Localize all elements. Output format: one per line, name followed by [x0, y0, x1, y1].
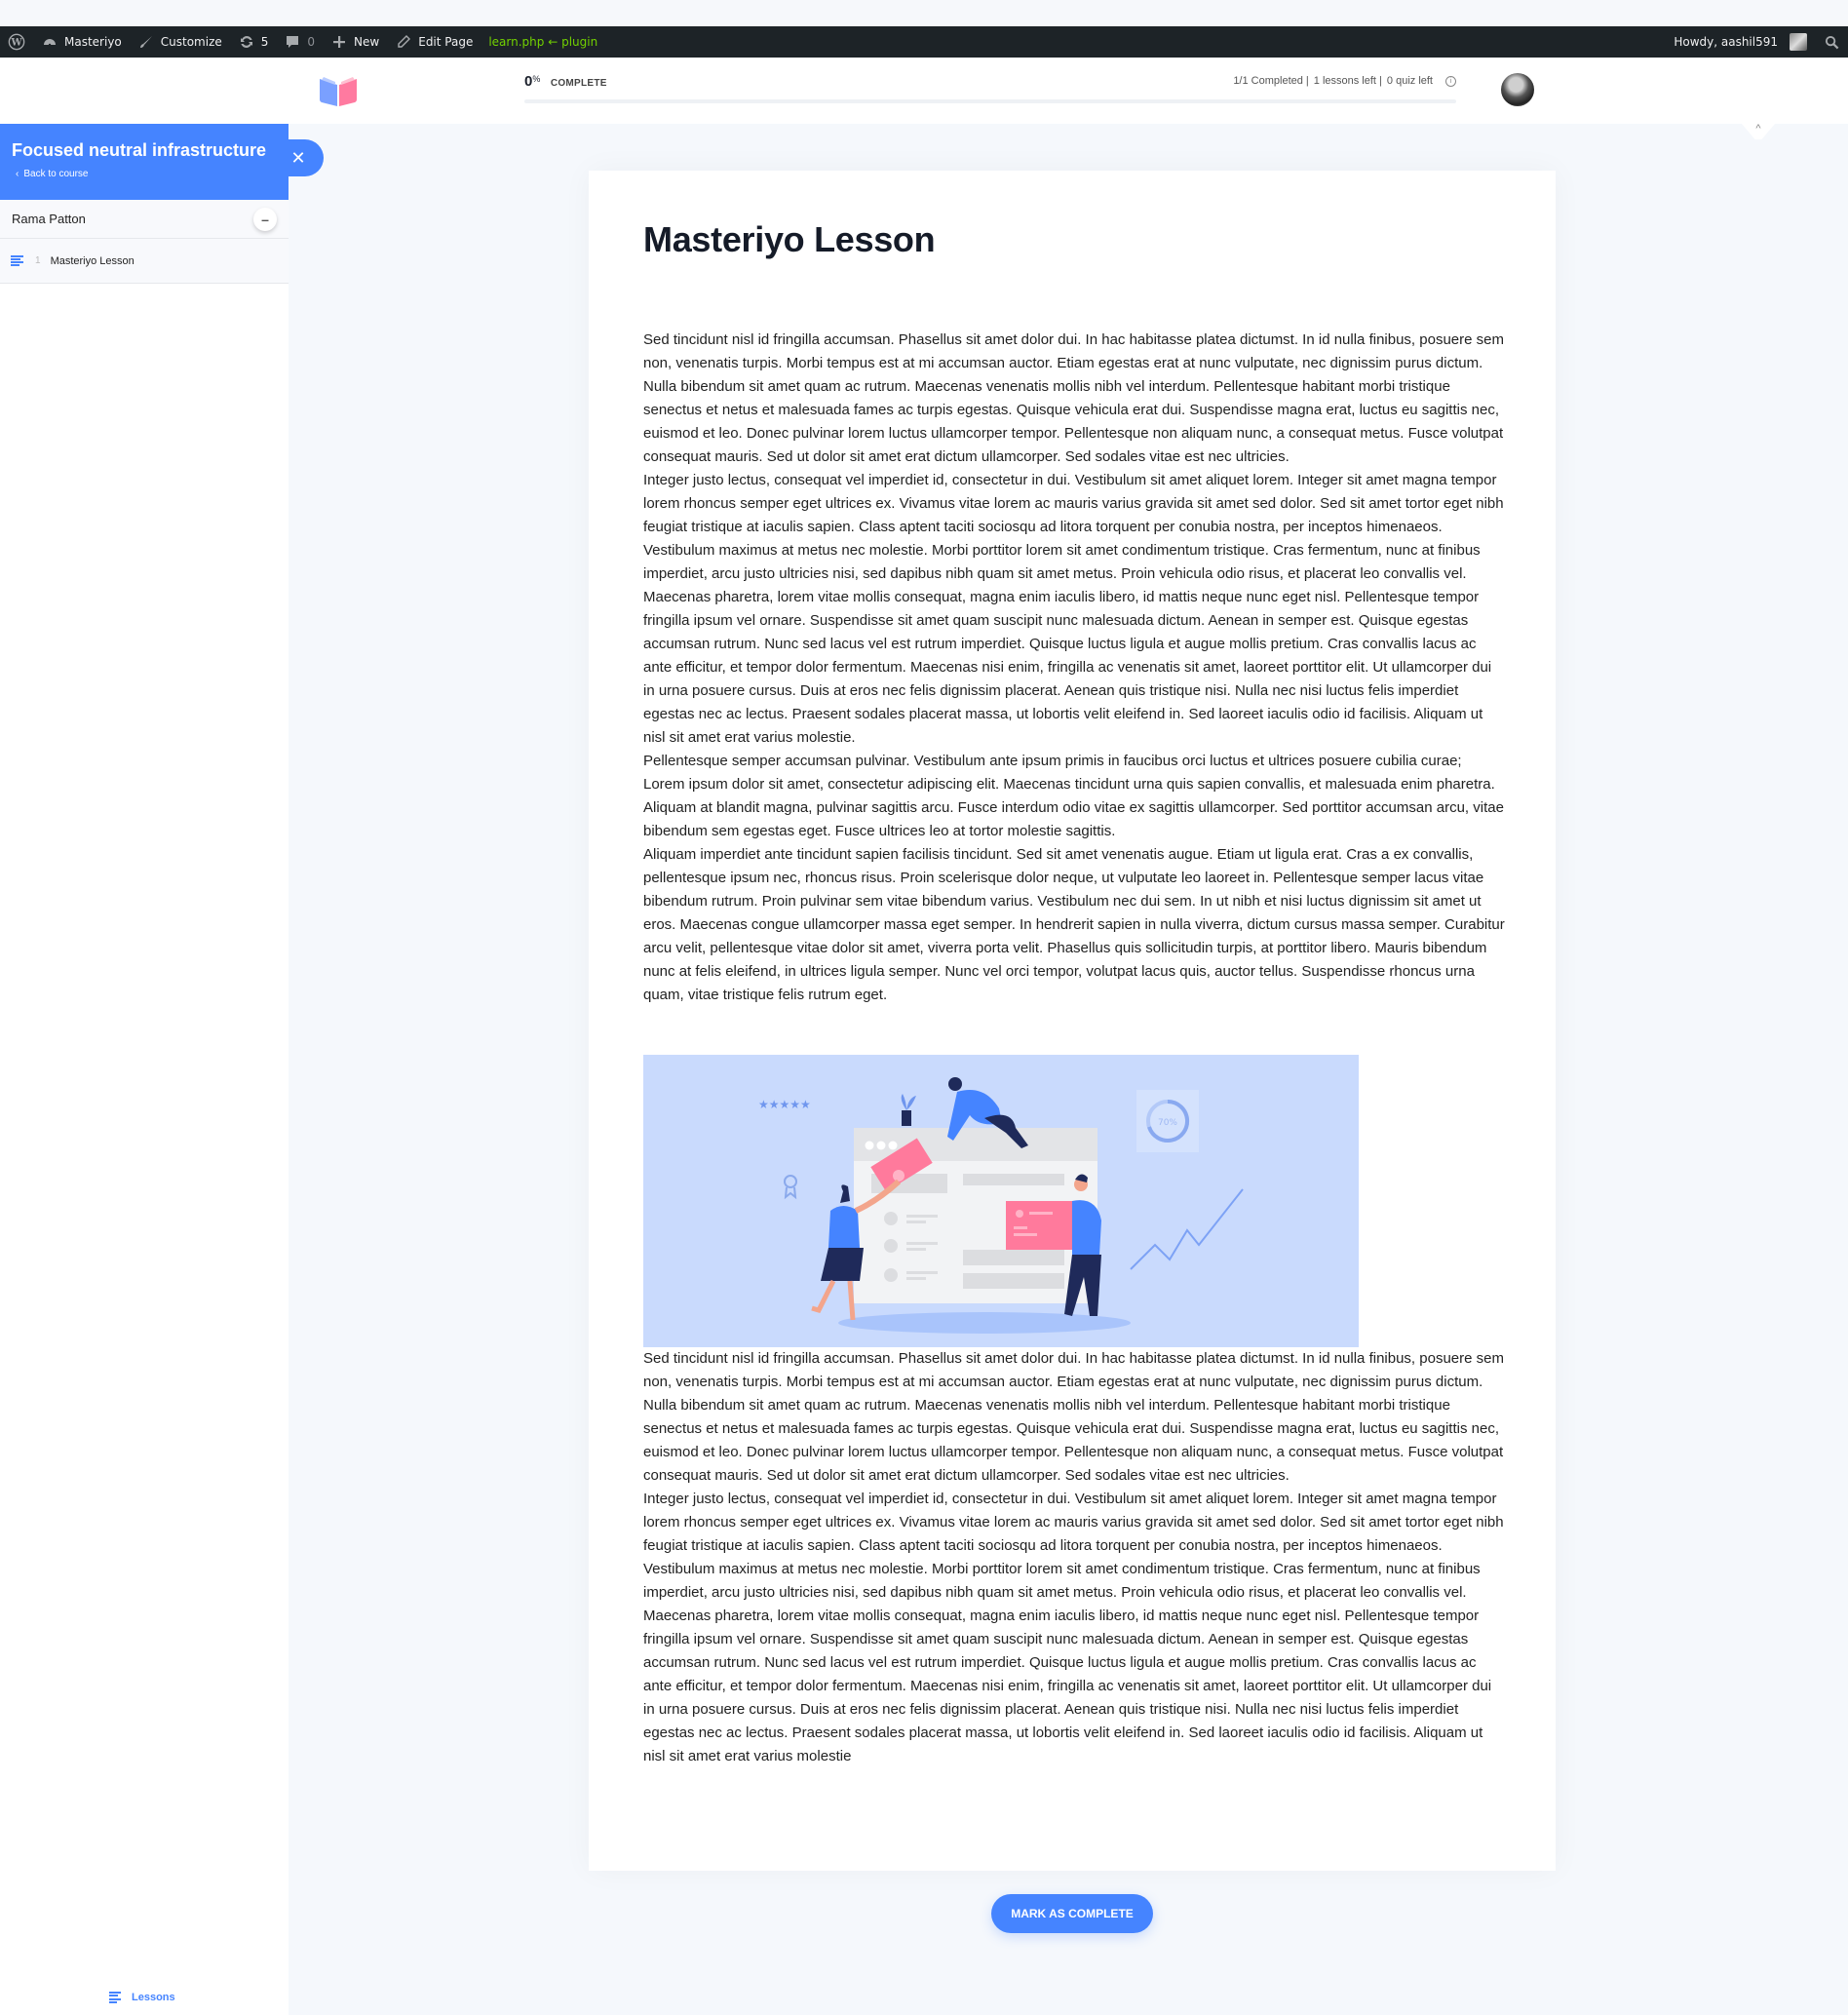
lesson-illustration: ★★★★★ 70%: [643, 1055, 1359, 1347]
close-sidebar-button[interactable]: ✕: [273, 128, 324, 188]
star-rating-icon: ★★★★★: [758, 1098, 811, 1111]
comments-link[interactable]: 0: [276, 26, 323, 58]
collapse-header-button[interactable]: ^: [1742, 124, 1775, 139]
lesson-content-card: Masteriyo Lesson Sed tincidunt nisl id f…: [589, 171, 1556, 1871]
wp-logo-menu[interactable]: W: [0, 26, 33, 58]
lesson-title-heading: Masteriyo Lesson: [643, 219, 936, 259]
progress-summary: 1/1 Completed | 1 lessons left | 0 quiz …: [1233, 75, 1456, 87]
paragraph: Sed tincidunt nisl id fringilla accumsan…: [643, 1350, 1504, 1484]
site-name-menu[interactable]: Masteriyo: [33, 26, 130, 58]
back-to-course-label: Back to course: [23, 169, 89, 179]
edit-page-label: Edit Page: [418, 35, 474, 49]
paragraph: Aliquam imperdiet ante tincidunt sapien …: [643, 846, 1505, 1003]
paragraph: Maecenas pharetra, lorem vitae mollis co…: [643, 589, 1492, 746]
plus-icon: [330, 33, 348, 51]
mark-as-complete-button[interactable]: MARK AS COMPLETE: [991, 1894, 1153, 1933]
paragraph: Integer justo lectus, consequat vel impe…: [643, 1491, 1504, 1601]
admin-avatar: [1790, 33, 1807, 51]
sidebar-lesson-item[interactable]: 1 Masteriyo Lesson: [0, 239, 289, 284]
wp-admin-bar: W Masteriyo Customize 5 0 New Edit Page …: [0, 26, 1848, 58]
comment-icon: [284, 33, 301, 51]
howdy-text: Howdy, aashil591: [1674, 35, 1778, 49]
sidebar-header: Focused neutral infrastructure ‹ Back to…: [0, 124, 289, 200]
progress-percent: 0%: [524, 73, 541, 90]
course-header: 0% COMPLETE 1/1 Completed | 1 lessons le…: [0, 58, 1848, 124]
info-icon[interactable]: i: [1445, 75, 1456, 87]
template-hint: learn.php ← plugin: [488, 35, 598, 49]
lesson-body-part-1: Sed tincidunt nisl id fringilla accumsan…: [643, 329, 1506, 1007]
dashboard-icon: [41, 33, 58, 51]
lesson-text-icon: [11, 254, 23, 267]
pencil-icon: [395, 33, 412, 51]
course-sidebar: Focused neutral infrastructure ‹ Back to…: [0, 124, 324, 2015]
top-strip: [0, 0, 1848, 26]
sidebar-section-header[interactable]: Rama Patton –: [0, 200, 289, 239]
sidebar-tab-lessons[interactable]: Lessons: [109, 1992, 175, 2003]
course-progress: 0% COMPLETE 1/1 Completed | 1 lessons le…: [524, 73, 1456, 103]
pink-card-right: [1006, 1201, 1074, 1250]
completed-count: 1/1 Completed |: [1233, 75, 1309, 87]
svg-text:W: W: [10, 38, 22, 49]
paragraph: Maecenas pharetra, lorem vitae mollis co…: [643, 1608, 1492, 1764]
lessons-left: 1 lessons left |: [1313, 75, 1382, 87]
updates-link[interactable]: 5: [230, 26, 277, 58]
updates-icon: [238, 33, 255, 51]
new-label: New: [354, 35, 380, 49]
my-account-menu[interactable]: Howdy, aashil591: [1666, 26, 1815, 58]
svg-text:70%: 70%: [1158, 1118, 1177, 1128]
back-to-course-link[interactable]: ‹ Back to course: [12, 169, 277, 179]
chevron-up-icon: ^: [1755, 123, 1761, 135]
lesson-body-part-2: Sed tincidunt nisl id fringilla accumsan…: [643, 1347, 1506, 1768]
quiz-left: 0 quiz left: [1386, 75, 1433, 87]
wordpress-logo-icon: W: [8, 33, 25, 51]
edit-page-link[interactable]: Edit Page: [387, 26, 481, 58]
lessons-list-icon: [109, 1992, 122, 2003]
paragraph: Pellentesque semper accumsan pulvinar. V…: [643, 753, 1504, 839]
paragraph: Sed tincidunt nisl id fringilla accumsan…: [643, 331, 1504, 465]
award-ribbon-icon: [784, 1175, 797, 1200]
comments-count: 0: [307, 35, 316, 49]
paintbrush-icon: [137, 33, 155, 51]
search-icon: [1823, 33, 1840, 51]
updates-count: 5: [260, 35, 269, 49]
plant-icon: [901, 1094, 916, 1126]
progress-label: COMPLETE: [550, 78, 607, 89]
minus-icon: –: [261, 211, 269, 227]
site-name: Masteriyo: [64, 35, 122, 49]
paragraph: Integer justo lectus, consequat vel impe…: [643, 472, 1504, 582]
user-avatar[interactable]: [1501, 73, 1534, 106]
section-title: Rama Patton: [12, 212, 86, 226]
progress-bar: [524, 99, 1456, 103]
progress-ring-badge: 70%: [1136, 1090, 1199, 1152]
masteriyo-logo-icon[interactable]: [318, 73, 359, 108]
course-title: Focused neutral infrastructure: [12, 140, 267, 160]
new-content-menu[interactable]: New: [323, 26, 387, 58]
lesson-title: Masteriyo Lesson: [50, 254, 135, 267]
floor-shadow: [838, 1312, 1131, 1334]
customize-link[interactable]: Customize: [130, 26, 230, 58]
lesson-number: 1: [35, 255, 41, 266]
close-icon: ✕: [290, 147, 306, 168]
customize-label: Customize: [160, 35, 222, 49]
admin-search[interactable]: [1815, 26, 1848, 58]
collapse-section-button[interactable]: –: [253, 207, 277, 231]
lessons-tab-label: Lessons: [132, 1992, 175, 2003]
trend-line: [1130, 1188, 1244, 1270]
chevron-left-icon: ‹: [16, 169, 19, 179]
svg-text:★★★★★: ★★★★★: [758, 1098, 811, 1111]
